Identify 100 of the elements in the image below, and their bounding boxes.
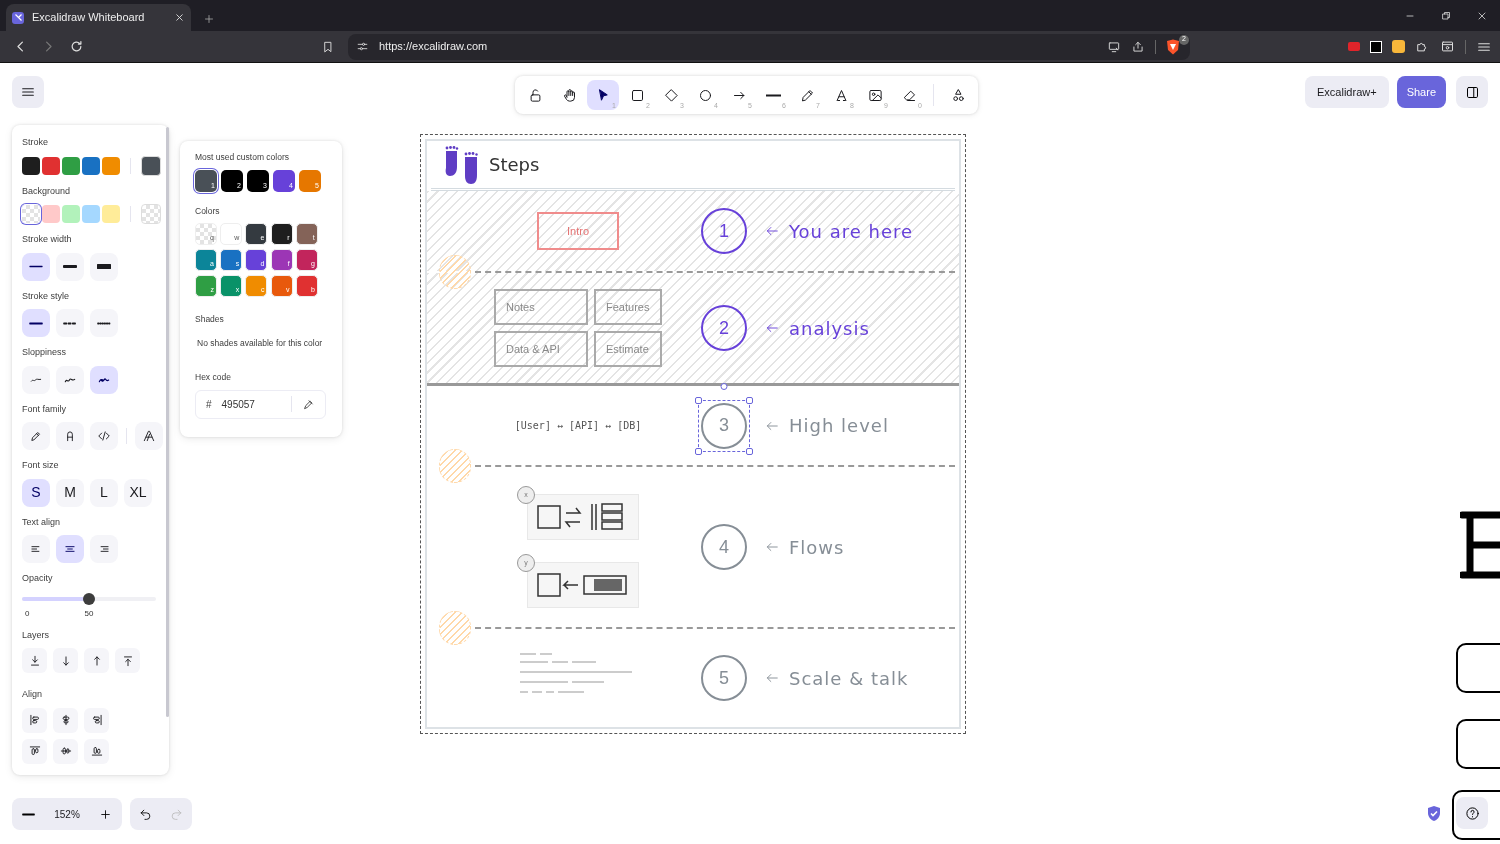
- step-number: 5: [701, 655, 747, 701]
- section-label: Colors: [195, 204, 221, 218]
- pencil-icon: [29, 429, 43, 443]
- intro-card: Intro: [537, 212, 619, 250]
- hand-icon: [561, 87, 577, 103]
- action-button[interactable]: [53, 738, 78, 764]
- sidebar-icon: [1464, 84, 1480, 100]
- slider-thumb[interactable]: [83, 592, 95, 605]
- color-swatch[interactable]: [82, 156, 100, 175]
- section-label: Stroke: [22, 136, 49, 149]
- color-swatch[interactable]: [42, 205, 60, 223]
- share-button[interactable]: Share: [1396, 76, 1446, 108]
- color-swatch[interactable]: [102, 156, 120, 175]
- current-color-swatch[interactable]: [141, 204, 161, 224]
- diamond-icon: [663, 87, 679, 103]
- url-text: https://excalidraw.com: [379, 39, 489, 55]
- shapes-icon: [950, 87, 966, 103]
- section-label: Stroke width: [22, 233, 73, 246]
- color-swatch[interactable]: [82, 205, 100, 223]
- color-swatch[interactable]: [62, 205, 80, 223]
- option-button[interactable]: S: [22, 478, 50, 507]
- step-caption: You are here: [789, 219, 914, 244]
- action-button[interactable]: [84, 707, 109, 733]
- action-button[interactable]: [53, 648, 78, 673]
- eyedropper-icon: [302, 397, 315, 411]
- undo-icon: [139, 807, 152, 821]
- thick-line-icon: [97, 264, 111, 269]
- section-label: Background: [22, 184, 72, 198]
- option-button[interactable]: [56, 422, 84, 450]
- letter-a-icon: [833, 87, 849, 103]
- step-number: 4: [701, 524, 747, 570]
- step-number: 1: [701, 208, 747, 254]
- color-swatch[interactable]: [22, 205, 40, 223]
- note-card: Notes: [494, 289, 588, 325]
- line-icon: [765, 92, 781, 98]
- hex-input-field[interactable]: # 495057: [195, 389, 326, 419]
- share-icon: [1131, 39, 1145, 54]
- section-label: Shades: [195, 312, 225, 326]
- sidebar-icon: [1440, 39, 1455, 54]
- step-caption: Scale & talk: [789, 666, 909, 691]
- menu-button[interactable]: [12, 76, 44, 108]
- action-button[interactable]: [115, 648, 140, 673]
- option-button[interactable]: XL: [124, 478, 152, 507]
- plus-icon: [99, 807, 113, 821]
- dashed-line-icon: [63, 320, 77, 326]
- color-swatch[interactable]: [42, 156, 60, 175]
- color-swatch[interactable]: [62, 156, 80, 175]
- frame-title: Steps: [489, 153, 540, 177]
- option-button[interactable]: M: [56, 478, 84, 507]
- shades-message: No shades available for this color: [196, 337, 324, 350]
- ellipse-icon: [697, 87, 713, 103]
- action-button[interactable]: [22, 648, 47, 673]
- cast-icon: [1107, 39, 1121, 54]
- option-button[interactable]: [56, 252, 84, 281]
- shield-icon[interactable]: [1166, 38, 1180, 55]
- action-button[interactable]: [84, 648, 109, 673]
- current-color-swatch[interactable]: [141, 155, 161, 176]
- option-button[interactable]: L: [90, 478, 118, 507]
- color-swatch[interactable]: [22, 156, 40, 175]
- section-label: Font family: [22, 402, 67, 416]
- action-button[interactable]: [84, 738, 109, 764]
- thin-line-icon: [29, 264, 43, 269]
- step-caption: High level: [789, 414, 889, 438]
- step-caption: analysis: [789, 316, 870, 341]
- pencil-icon: [799, 87, 815, 103]
- dotted-line-icon: [97, 320, 111, 326]
- excalidraw-plus-button[interactable]: Excalidraw+: [1305, 76, 1389, 108]
- solid-line-icon: [29, 320, 43, 326]
- zoom-level-button[interactable]: 152%: [54, 806, 80, 822]
- hex-value: 495057: [221, 397, 256, 412]
- option-button[interactable]: [90, 252, 118, 281]
- extension-icon[interactable]: [1370, 40, 1382, 53]
- section-label: Hex code: [195, 371, 232, 384]
- action-button[interactable]: [53, 707, 78, 733]
- color-swatch[interactable]: [102, 205, 120, 223]
- action-button[interactable]: [22, 707, 47, 733]
- partial-letter-drawing: [1460, 511, 1500, 579]
- eraser-icon: [901, 87, 917, 103]
- tab-title: Excalidraw Whiteboard: [32, 10, 146, 26]
- sketched-box: [1456, 643, 1500, 693]
- minus-icon: [21, 811, 35, 817]
- browser-tab[interactable]: Excalidraw Whiteboard: [6, 4, 191, 31]
- help-icon: [1464, 805, 1480, 821]
- align-left-icon: [27, 713, 42, 727]
- option-button[interactable]: [135, 422, 163, 450]
- code-icon: [97, 429, 111, 443]
- section-label: Opacity: [22, 572, 54, 585]
- section-label: Text align: [22, 515, 62, 529]
- section-label: Font size: [22, 459, 60, 472]
- shield-check-icon: [1427, 806, 1441, 821]
- align-top-icon: [27, 744, 42, 758]
- section-label: Sloppiness: [22, 346, 68, 359]
- section-label: Stroke style: [22, 289, 71, 303]
- sidebar-toggle-button[interactable]: [1456, 76, 1488, 108]
- hash-prefix: #: [206, 397, 212, 412]
- action-button[interactable]: [22, 738, 47, 764]
- section-label: Layers: [22, 628, 50, 642]
- section-label: Most used custom colors: [195, 151, 290, 164]
- help-button[interactable]: [1456, 797, 1488, 829]
- image-icon: [867, 87, 883, 103]
